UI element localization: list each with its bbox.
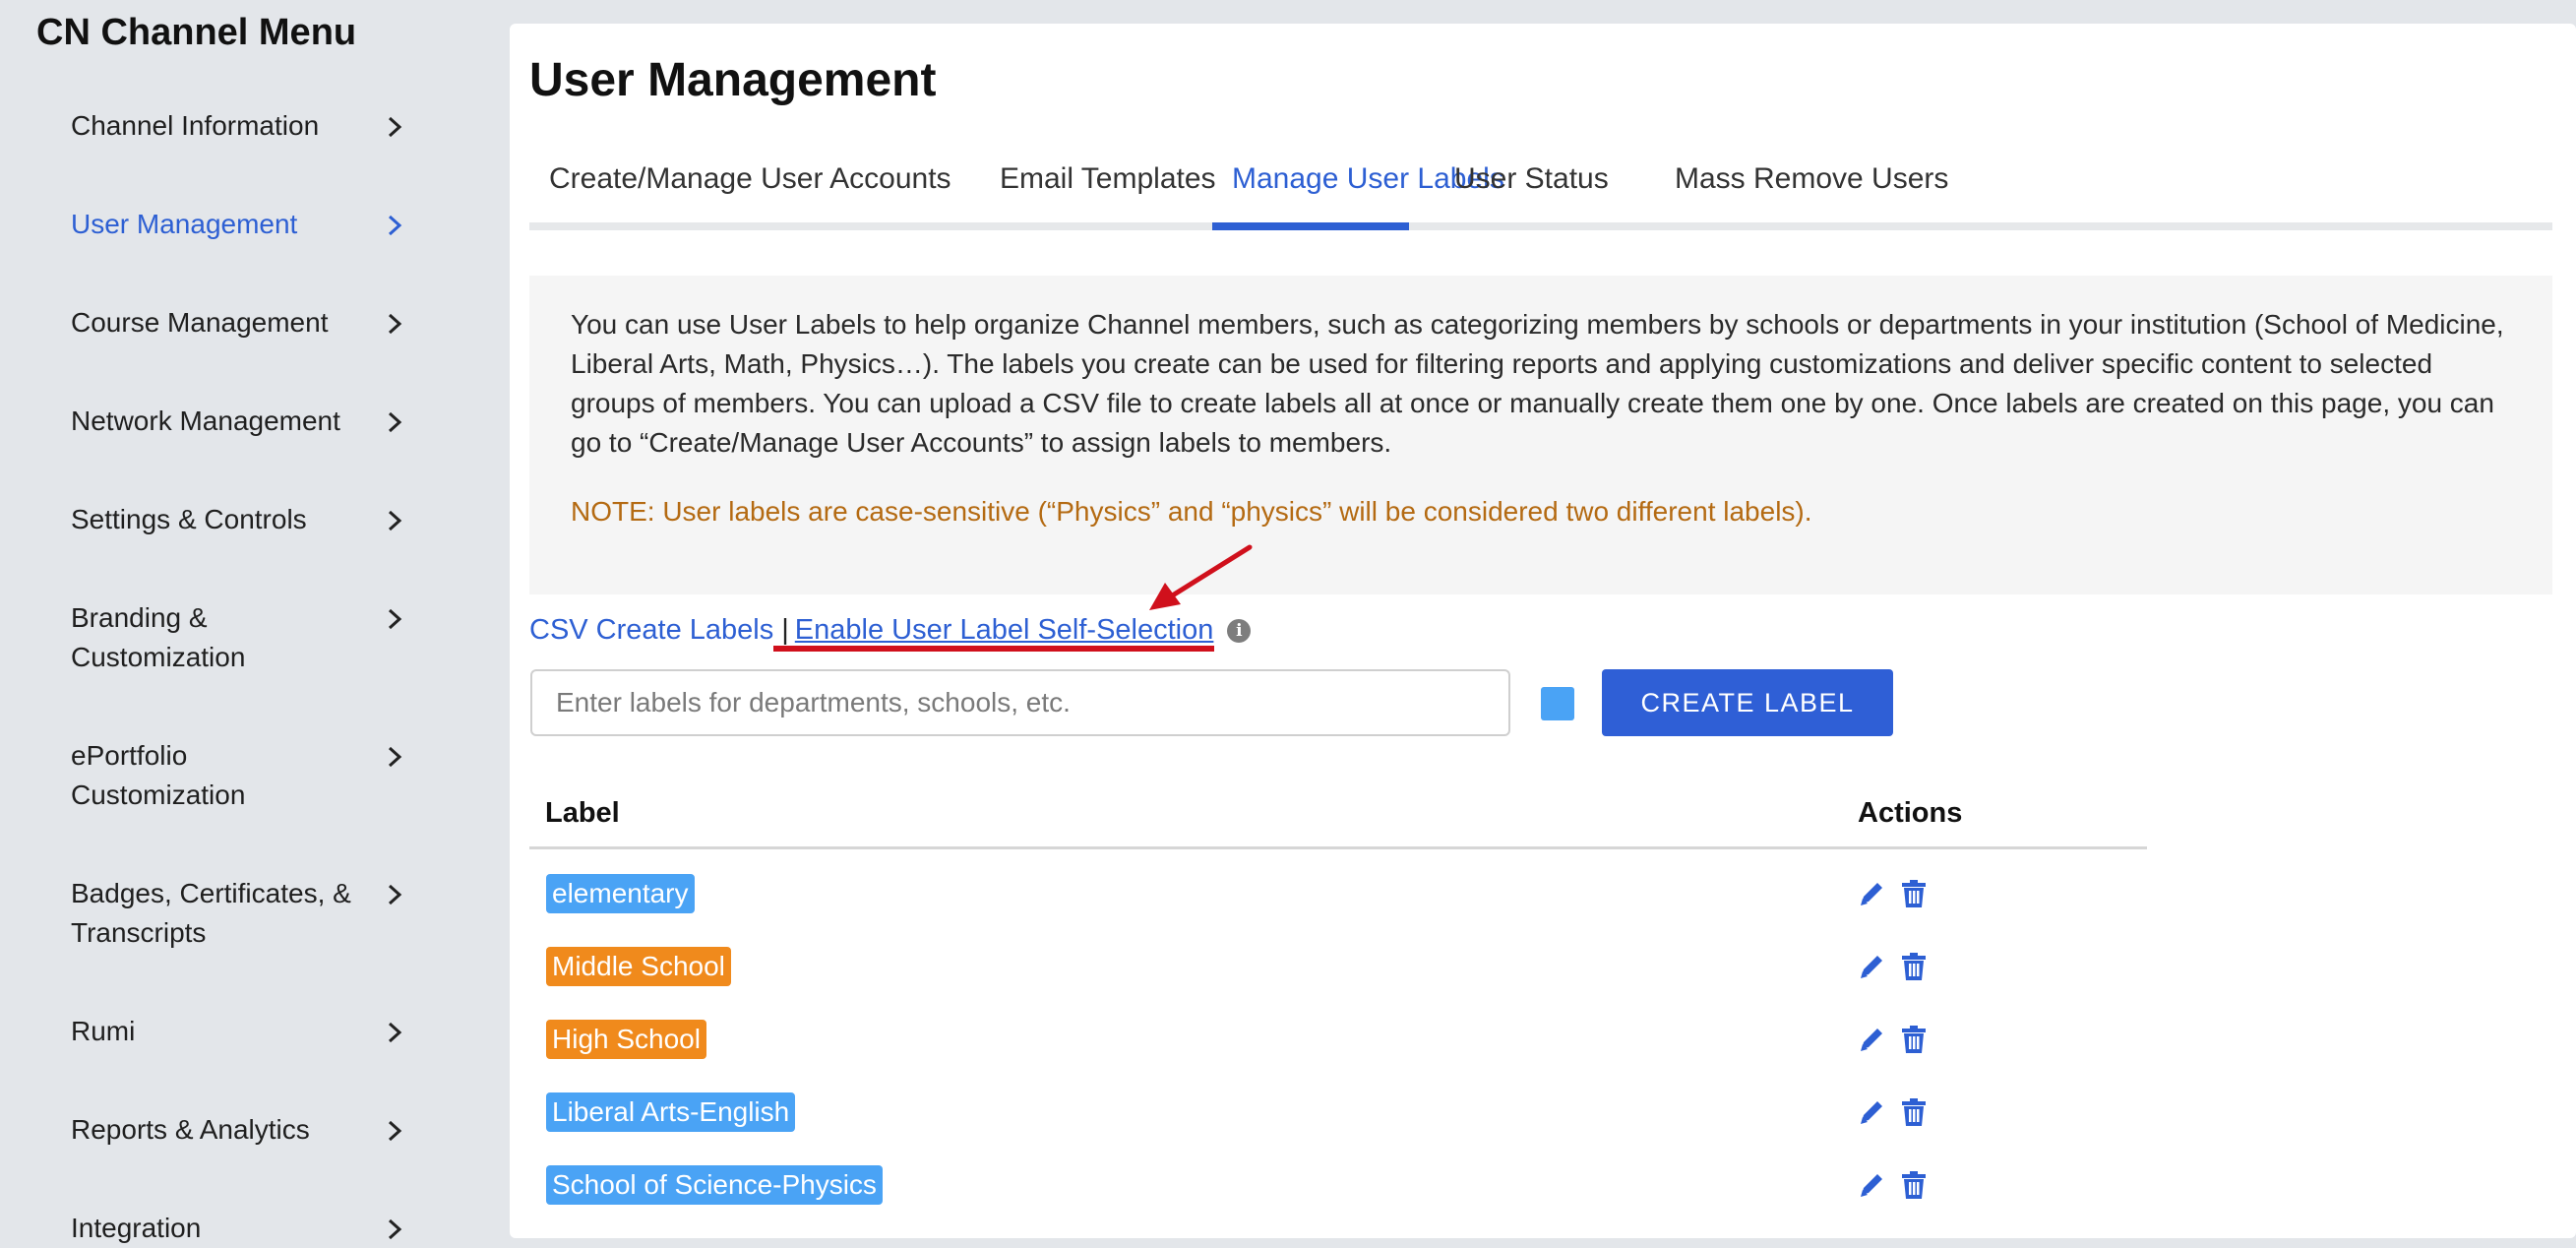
pencil-icon[interactable]	[1858, 1096, 1887, 1128]
chevron-right-icon	[384, 116, 405, 138]
sidebar-item-label: Course Management	[71, 307, 329, 338]
annotation-underline	[773, 646, 1214, 652]
info-box: You can use User Labels to help organize…	[529, 276, 2552, 594]
active-tab-indicator	[1212, 222, 1409, 230]
sidebar-item-settings-controls[interactable]: Settings & Controls	[71, 500, 425, 539]
table-row: High School	[529, 1010, 2147, 1069]
sidebar-item-rumi[interactable]: Rumi	[71, 1012, 425, 1051]
tab-user-status[interactable]: User Status	[1454, 148, 1609, 232]
chevron-right-icon	[384, 313, 405, 335]
chevron-right-icon	[384, 746, 405, 768]
column-header-actions: Actions	[1858, 797, 1963, 829]
pencil-icon[interactable]	[1858, 878, 1887, 909]
main-panel: User Management Create/Manage User Accou…	[510, 24, 2576, 1238]
label-input[interactable]	[530, 669, 1510, 736]
tab-bar: Create/Manage User Accounts Email Templa…	[529, 148, 2552, 256]
pencil-icon[interactable]	[1858, 951, 1887, 982]
sidebar: CN Channel Menu Channel Information User…	[0, 0, 497, 1243]
sidebar-item-integration[interactable]: Integration	[71, 1209, 425, 1248]
trash-icon[interactable]	[1899, 951, 1929, 982]
pencil-icon[interactable]	[1858, 1169, 1887, 1201]
chevron-right-icon	[384, 608, 405, 630]
label-pill: elementary	[546, 874, 695, 913]
label-pill: School of Science-Physics	[546, 1165, 883, 1205]
tab-email-templates[interactable]: Email Templates	[1000, 148, 1216, 232]
tab-create-manage-user-accounts[interactable]: Create/Manage User Accounts	[549, 148, 951, 232]
sidebar-item-channel-information[interactable]: Channel Information	[71, 106, 425, 146]
sidebar-item-network-management[interactable]: Network Management	[71, 402, 425, 441]
sidebar-item-label: Channel Information	[71, 110, 320, 141]
table-row: Liberal Arts-English	[529, 1083, 2147, 1142]
sidebar-item-badges-certificates-transcripts[interactable]: Badges, Certificates, & Transcripts	[71, 874, 425, 953]
trash-icon[interactable]	[1899, 878, 1929, 909]
sidebar-item-label: Branding & Customization	[71, 602, 246, 672]
info-text: You can use User Labels to help organize…	[571, 309, 2504, 458]
chevron-right-icon	[384, 510, 405, 531]
column-header-label: Label	[545, 797, 620, 829]
table-row: School of Science-Physics	[529, 1155, 2147, 1215]
sidebar-item-user-management[interactable]: User Management	[71, 205, 425, 244]
chevron-right-icon	[384, 215, 405, 236]
sidebar-item-branding-customization[interactable]: Branding & Customization	[71, 598, 425, 677]
trash-icon[interactable]	[1899, 1096, 1929, 1128]
sidebar-item-label: User Management	[71, 209, 298, 239]
chevron-right-icon	[384, 1218, 405, 1240]
label-pill: Liberal Arts-English	[546, 1092, 796, 1132]
label-pill: High School	[546, 1020, 706, 1059]
label-color-swatch[interactable]	[1541, 687, 1574, 720]
sidebar-item-label: Reports & Analytics	[71, 1114, 310, 1145]
chevron-right-icon	[384, 411, 405, 433]
sidebar-title: CN Channel Menu	[36, 12, 357, 53]
table-row: elementary	[529, 864, 2147, 923]
pencil-icon[interactable]	[1858, 1024, 1887, 1055]
sidebar-item-label: ePortfolio Customization	[71, 740, 246, 810]
chevron-right-icon	[384, 1022, 405, 1043]
tab-mass-remove-users[interactable]: Mass Remove Users	[1675, 148, 1948, 232]
sidebar-item-label: Network Management	[71, 406, 340, 436]
sidebar-item-eportfolio-customization[interactable]: ePortfolio Customization	[71, 736, 425, 815]
chevron-right-icon	[384, 884, 405, 905]
page-title: User Management	[529, 54, 937, 106]
create-label-button[interactable]: CREATE LABEL	[1602, 669, 1893, 736]
tab-divider	[529, 222, 2552, 230]
sidebar-item-label: Settings & Controls	[71, 504, 307, 534]
sidebar-item-reports-analytics[interactable]: Reports & Analytics	[71, 1110, 425, 1150]
sidebar-item-course-management[interactable]: Course Management	[71, 303, 425, 343]
link-separator: |	[781, 614, 789, 646]
sidebar-item-label: Badges, Certificates, & Transcripts	[71, 878, 351, 948]
trash-icon[interactable]	[1899, 1169, 1929, 1201]
table-header-divider	[529, 846, 2147, 849]
csv-create-labels-link[interactable]: CSV Create Labels	[529, 614, 773, 646]
annotation-arrow-icon	[1149, 544, 1253, 610]
sidebar-item-label: Rumi	[71, 1016, 136, 1046]
trash-icon[interactable]	[1899, 1024, 1929, 1055]
chevron-right-icon	[384, 1120, 405, 1142]
table-row: Middle School	[529, 937, 2147, 996]
label-pill: Middle School	[546, 947, 731, 986]
sidebar-item-label: Integration	[71, 1213, 202, 1243]
